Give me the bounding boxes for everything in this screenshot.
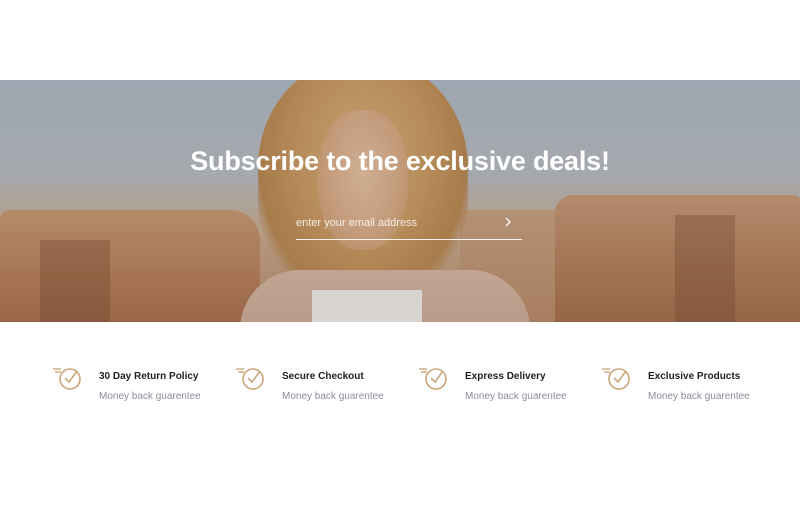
clock-check-icon bbox=[419, 368, 447, 390]
clock-check-icon bbox=[602, 368, 630, 390]
feature-item-secure-checkout: Secure Checkout Money back guarentee bbox=[235, 360, 415, 410]
feature-subtitle: Money back guarentee bbox=[648, 391, 750, 402]
subscribe-title: Subscribe to the exclusive deals! bbox=[190, 146, 610, 176]
email-input[interactable] bbox=[296, 212, 496, 234]
subscribe-submit-button[interactable] bbox=[500, 213, 516, 231]
feature-title: Express Delivery bbox=[465, 371, 546, 382]
feature-title: Exclusive Products bbox=[648, 371, 741, 382]
feature-list: 30 Day Return Policy Money back guarente… bbox=[0, 360, 800, 420]
feature-item-return-policy: 30 Day Return Policy Money back guarente… bbox=[52, 360, 232, 410]
chevron-right-icon bbox=[505, 217, 511, 226]
feature-item-express-delivery: Express Delivery Money back guarentee bbox=[418, 360, 598, 410]
feature-title: 30 Day Return Policy bbox=[99, 371, 199, 382]
feature-subtitle: Money back guarentee bbox=[465, 391, 567, 402]
feature-item-exclusive-products: Exclusive Products Money back guarentee bbox=[601, 360, 781, 410]
subscribe-hero: Subscribe to the exclusive deals! bbox=[0, 80, 800, 322]
hero-overlay bbox=[0, 80, 800, 322]
feature-subtitle: Money back guarentee bbox=[99, 391, 201, 402]
feature-title: Secure Checkout bbox=[282, 371, 364, 382]
subscribe-form bbox=[296, 208, 522, 240]
feature-subtitle: Money back guarentee bbox=[282, 391, 384, 402]
clock-check-icon bbox=[236, 368, 264, 390]
clock-check-icon bbox=[53, 368, 81, 390]
